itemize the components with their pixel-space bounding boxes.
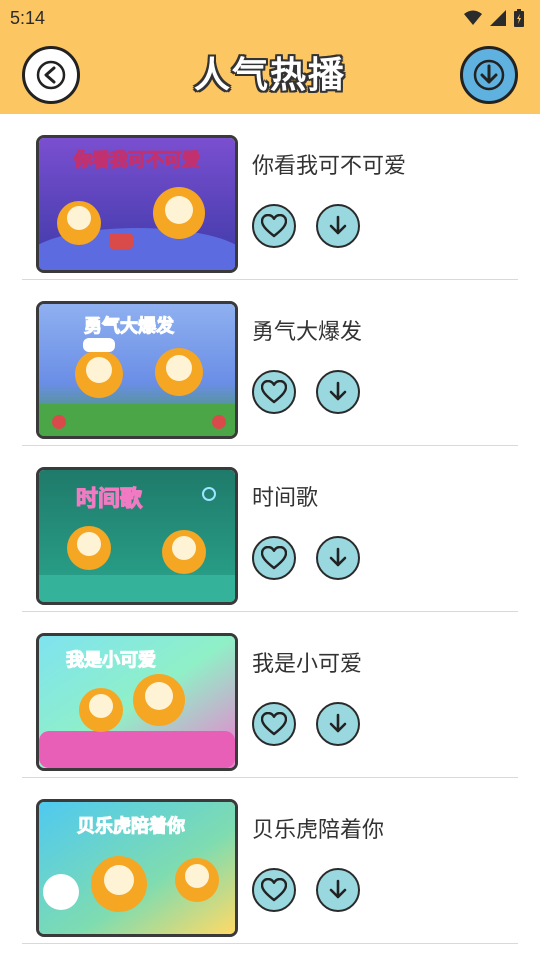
download-button[interactable] (316, 868, 360, 912)
status-time: 5:14 (10, 7, 46, 28)
divider (22, 943, 518, 944)
download-button[interactable] (316, 702, 360, 746)
heart-icon (261, 878, 287, 902)
thumbnail-image: 时间歌 (39, 470, 235, 602)
list-item[interactable]: 贝乐虎陪着你 贝乐虎陪着你 (0, 778, 540, 944)
download-icon (329, 547, 347, 567)
song-list: 你看我可不可爱 你看我可不可爱 勇气大爆发 勇气大爆发 时间歌 时间歌 我是小可… (0, 114, 540, 944)
thumbnail-image: 贝乐虎陪着你 (39, 802, 235, 934)
favorite-button[interactable] (252, 370, 296, 414)
favorite-button[interactable] (252, 702, 296, 746)
download-icon (329, 713, 347, 733)
page-title: 人气热播 (193, 55, 346, 96)
list-item[interactable]: 勇气大爆发 勇气大爆发 (0, 280, 540, 446)
battery-icon (514, 9, 524, 27)
download-all-button[interactable] (460, 46, 518, 104)
status-bar: 5:14 (0, 0, 540, 36)
thumbnail-caption: 时间歌 (76, 486, 143, 512)
download-icon (329, 381, 347, 401)
favorite-button[interactable] (252, 204, 296, 248)
heart-icon (261, 546, 287, 570)
list-item[interactable]: 我是小可爱 我是小可爱 (0, 612, 540, 778)
song-title[interactable]: 时间歌 (252, 480, 318, 512)
heart-icon (261, 214, 287, 238)
thumbnail-image: 你看我可不可爱 (39, 138, 235, 270)
download-icon (473, 59, 505, 91)
nav-bar: 人气热播 (0, 36, 540, 114)
app-header: 5:14 人气热播 (0, 0, 540, 114)
song-thumbnail[interactable]: 你看我可不可爱 (36, 135, 238, 273)
wifi-icon (464, 10, 482, 25)
song-title[interactable]: 我是小可爱 (252, 646, 362, 678)
thumbnail-image: 我是小可爱 (39, 636, 235, 768)
song-title[interactable]: 贝乐虎陪着你 (252, 812, 384, 844)
thumbnail-caption: 贝乐虎陪着你 (77, 815, 185, 837)
favorite-button[interactable] (252, 536, 296, 580)
signal-icon (490, 10, 506, 26)
download-button[interactable] (316, 370, 360, 414)
thumbnail-image: 勇气大爆发 (39, 304, 235, 436)
list-item[interactable]: 你看我可不可爱 你看我可不可爱 (0, 114, 540, 280)
song-thumbnail[interactable]: 贝乐虎陪着你 (36, 799, 238, 937)
song-thumbnail[interactable]: 时间歌 (36, 467, 238, 605)
status-icons (464, 9, 524, 27)
heart-icon (261, 712, 287, 736)
thumbnail-caption: 勇气大爆发 (84, 315, 175, 337)
favorite-button[interactable] (252, 868, 296, 912)
download-button[interactable] (316, 204, 360, 248)
download-icon (329, 215, 347, 235)
thumbnail-caption: 我是小可爱 (66, 650, 156, 671)
song-title[interactable]: 你看我可不可爱 (252, 148, 406, 180)
download-icon (329, 879, 347, 899)
song-thumbnail[interactable]: 勇气大爆发 (36, 301, 238, 439)
song-thumbnail[interactable]: 我是小可爱 (36, 633, 238, 771)
thumbnail-caption: 你看我可不可爱 (73, 149, 200, 171)
download-button[interactable] (316, 536, 360, 580)
song-title[interactable]: 勇气大爆发 (252, 314, 362, 346)
list-item[interactable]: 时间歌 时间歌 (0, 446, 540, 612)
heart-icon (261, 380, 287, 404)
